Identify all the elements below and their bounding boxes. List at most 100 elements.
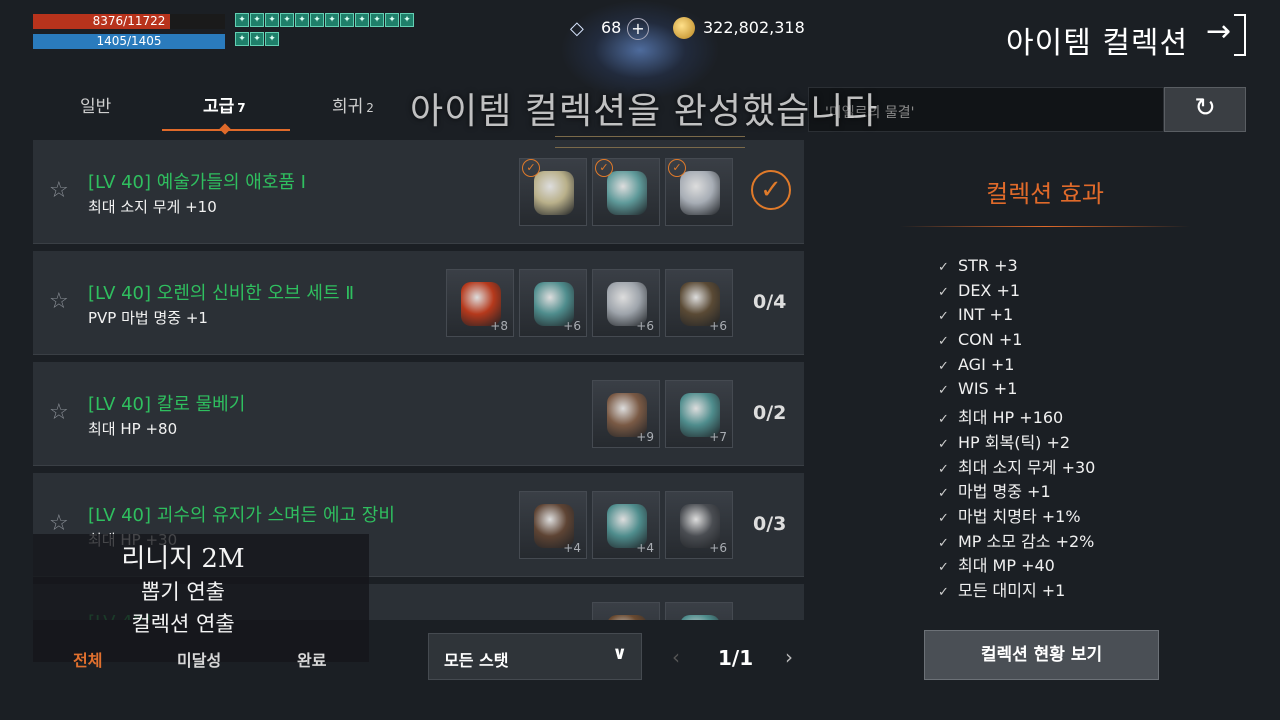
collection-row[interactable]: ☆ [LV 40] 오렌의 신비한 오브 세트 Ⅱ PVP 마법 명중 +1 +8 +6… <box>33 251 804 355</box>
tab-count: 7 <box>237 101 246 115</box>
collection-progress: 0/2 <box>753 402 787 424</box>
favorite-star-icon[interactable]: ☆ <box>49 511 69 536</box>
enchant-level: +9 <box>636 430 654 444</box>
registered-check-icon: ✓ <box>595 159 613 177</box>
check-icon: ✓ <box>938 436 949 452</box>
tab-rare[interactable]: 희귀 2 <box>332 92 374 117</box>
prev-page-button[interactable]: ‹ <box>672 645 680 669</box>
item-slot[interactable]: +6 <box>665 269 733 337</box>
next-page-button[interactable]: › <box>785 645 793 669</box>
check-icon: ✓ <box>938 461 949 477</box>
view-collection-status-button[interactable]: 컬렉션 현황 보기 <box>924 630 1159 680</box>
check-icon: ✓ <box>938 584 949 600</box>
buff-icon: ✦ <box>400 13 414 27</box>
item-slot[interactable]: +6 <box>592 269 660 337</box>
item-slot[interactable]: +7 <box>665 380 733 448</box>
item-icon <box>607 615 647 620</box>
enchant-level: +6 <box>709 319 727 333</box>
item-slot[interactable]: ✓ <box>519 158 587 226</box>
registered-check-icon: ✓ <box>668 159 686 177</box>
exit-bracket[interactable] <box>1234 14 1246 56</box>
gold-count: 322,802,318 <box>703 18 805 37</box>
item-slot[interactable] <box>665 602 733 620</box>
enchant-level: +6 <box>563 319 581 333</box>
buff-icon: ✦ <box>295 13 309 27</box>
effect-item: ✓ MP 소모 감소 +2% <box>938 528 1095 553</box>
item-slot[interactable]: +8 <box>446 269 514 337</box>
buff-icon: ✦ <box>340 13 354 27</box>
item-slot[interactable]: ✓ <box>665 158 733 226</box>
effects-title: 컬렉션 효과 <box>985 180 1105 208</box>
buff-icon: ✦ <box>355 13 369 27</box>
filter-complete[interactable]: 완료 <box>297 647 326 671</box>
chevron-down-icon: ∨ <box>612 643 627 664</box>
item-slot[interactable]: +4 <box>592 491 660 559</box>
effect-text: 모든 대미지 +1 <box>958 580 1066 600</box>
collection-effect: PVP 마법 명중 +1 <box>88 309 208 327</box>
hp-text: 8376/11722 <box>92 14 166 28</box>
exit-icon[interactable]: → <box>1206 14 1231 49</box>
add-gem-button[interactable]: + <box>627 18 649 40</box>
filter-incomplete[interactable]: 미달성 <box>177 647 221 671</box>
enchant-level: +6 <box>636 319 654 333</box>
item-slot[interactable]: +6 <box>665 491 733 559</box>
collection-title: [LV 40] 칼로 물베기 <box>88 394 246 415</box>
buff-icon: ✦ <box>235 13 249 27</box>
page-title: 아이템 컬렉션 <box>1006 26 1189 61</box>
effect-item: ✓ 마법 치명타 +1% <box>938 503 1095 528</box>
tab-advanced[interactable]: 고급 7 <box>203 92 246 117</box>
filter-all[interactable]: 전체 <box>73 647 102 671</box>
stat-filter-select[interactable]: 모든 스탯 ∨ <box>428 633 642 680</box>
collection-title: [LV 40] 오렌의 신비한 오브 세트 Ⅱ <box>88 283 355 304</box>
buff-icon: ✦ <box>265 32 279 46</box>
mp-bar: 1405/1405 <box>33 34 225 49</box>
check-icon: ✓ <box>938 284 949 300</box>
gem-count: 68 <box>601 18 622 37</box>
collection-row[interactable]: ☆ [LV 40] 칼로 물베기최대 HP +80 +9 +7 0/2 <box>33 362 804 466</box>
buff-icon: ✦ <box>280 13 294 27</box>
tab-label: 고급 <box>203 97 235 117</box>
effect-text: WIS +1 <box>958 379 1018 399</box>
effect-item: ✓ HP 회복(틱) +2 <box>938 429 1095 454</box>
item-icon <box>680 171 720 215</box>
item-slot[interactable]: ✓ <box>592 158 660 226</box>
item-slot[interactable]: +9 <box>592 380 660 448</box>
collection-effect: 최대 소지 무게 +10 <box>88 198 217 216</box>
item-icon <box>534 171 574 215</box>
enchant-level: +7 <box>709 430 727 444</box>
refresh-icon: ↻ <box>1194 93 1216 123</box>
collection-effect: 최대 HP +80 <box>88 420 178 438</box>
favorite-star-icon[interactable]: ☆ <box>49 289 69 314</box>
effect-text: 마법 명중 +1 <box>958 482 1051 502</box>
effect-item: ✓ WIS +1 <box>938 379 1095 404</box>
effect-item: ✓ 모든 대미지 +1 <box>938 577 1095 602</box>
buff-icon: ✦ <box>325 13 339 27</box>
effect-item: ✓ 최대 HP +160 <box>938 404 1095 429</box>
tab-normal[interactable]: 일반 <box>80 92 111 117</box>
item-slot[interactable] <box>592 602 660 620</box>
favorite-star-icon[interactable]: ☆ <box>49 178 69 203</box>
check-icon: ✓ <box>938 309 949 325</box>
effect-item: ✓ 최대 MP +40 <box>938 552 1095 577</box>
effect-text: 최대 소지 무게 +30 <box>958 457 1096 477</box>
buff-icon: ✦ <box>235 32 249 46</box>
enchant-level: +8 <box>490 319 508 333</box>
reset-search-button[interactable]: ↻ <box>1164 87 1246 132</box>
hp-bar: 8376/11722 <box>33 14 225 29</box>
item-slot[interactable]: +4 <box>519 491 587 559</box>
page-indicator: 1/1 <box>718 646 754 670</box>
favorite-star-icon[interactable]: ☆ <box>49 400 69 425</box>
check-icon: ✓ <box>938 535 949 551</box>
buff-icon: ✦ <box>250 32 264 46</box>
effect-item: ✓ 최대 소지 무게 +30 <box>938 454 1095 479</box>
item-slot[interactable]: +6 <box>519 269 587 337</box>
registered-check-icon: ✓ <box>522 159 540 177</box>
effect-text: CON +1 <box>958 330 1023 350</box>
collection-row[interactable]: ☆ [LV 40] 예술가들의 애호품 Ⅰ 최대 소지 무게 +10 ✓ ✓ ✓ ✓ <box>33 140 804 244</box>
effect-text: HP 회복(틱) +2 <box>958 432 1071 452</box>
effects-list: ✓ STR +3 ✓ DEX +1 ✓ INT +1 ✓ CON +1 ✓ AGI +1 ✓ WIS … <box>938 256 1095 602</box>
completed-check-icon: ✓ <box>751 170 791 210</box>
collection-progress: 0/4 <box>753 291 787 313</box>
gold-coin-icon <box>673 17 695 39</box>
completion-notification: 아이템 컬렉션을 완성했습니다 <box>410 91 879 132</box>
